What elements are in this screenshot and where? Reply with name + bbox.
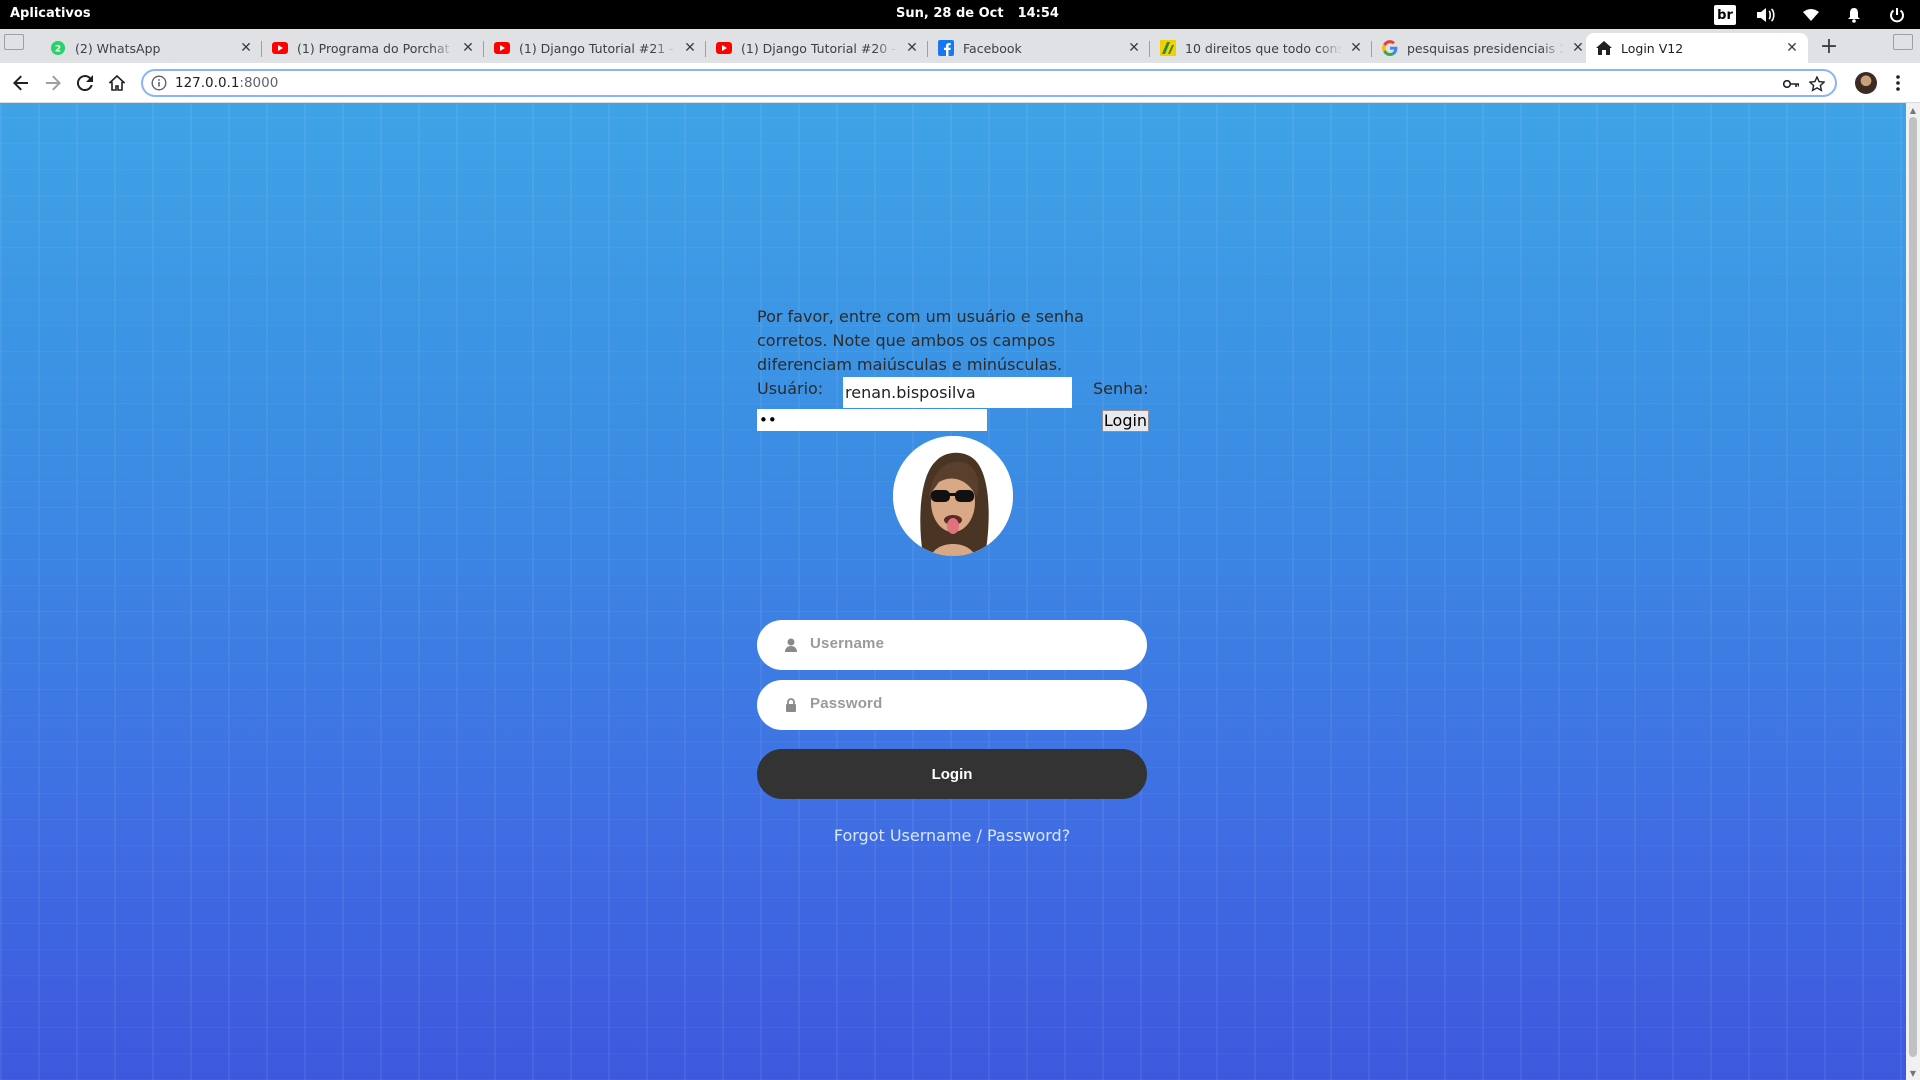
- notification-bell-icon[interactable]: [1843, 4, 1865, 26]
- tab-google-search[interactable]: pesquisas presidenciais 201 ✕: [1372, 33, 1594, 63]
- login-button[interactable]: Login: [757, 749, 1147, 799]
- youtube-icon: [272, 40, 288, 56]
- clock[interactable]: Sun, 28 de Oct 14:54: [896, 6, 1073, 21]
- url-host: 127.0.0.1: [175, 75, 240, 91]
- user-icon: [784, 637, 798, 653]
- youtube-icon: [494, 40, 510, 56]
- profile-avatar[interactable]: [1855, 72, 1877, 94]
- whatsapp-icon: 2: [50, 40, 66, 56]
- forward-button[interactable]: [41, 71, 65, 95]
- close-icon[interactable]: ✕: [904, 40, 920, 56]
- browser-toolbar: 127.0.0.1:8000: [0, 63, 1920, 103]
- close-icon[interactable]: ✕: [1348, 40, 1364, 56]
- scroll-thumb[interactable]: [1909, 117, 1917, 1057]
- password-row: Login: [757, 409, 1150, 433]
- svg-text:2: 2: [55, 45, 61, 55]
- tab-login-v12[interactable]: Login V12 ✕: [1586, 33, 1808, 63]
- site-icon: [1160, 40, 1176, 56]
- applications-menu[interactable]: Aplicativos: [10, 6, 91, 21]
- page-content: Por favor, entre com um usuário e senha …: [0, 103, 1906, 1080]
- wifi-icon[interactable]: [1799, 4, 1823, 26]
- styled-password-input[interactable]: Password: [757, 680, 1147, 730]
- tab-title: pesquisas presidenciais 201: [1407, 40, 1564, 56]
- tab-porchat[interactable]: (1) Programa do Porchat (co ✕: [262, 33, 484, 63]
- username-placeholder: Username: [810, 635, 885, 652]
- window-minimize-icon[interactable]: [4, 34, 24, 50]
- tab-title: (2) WhatsApp: [75, 40, 161, 56]
- tab-title: Facebook: [963, 40, 1022, 56]
- tab-django-20[interactable]: (1) Django Tutorial #20 - Sa ✕: [706, 33, 928, 63]
- styled-username-input[interactable]: Username: [757, 620, 1147, 670]
- youtube-icon: [716, 40, 732, 56]
- back-button[interactable]: [9, 71, 33, 95]
- scroll-down-arrow-icon[interactable]: ▼: [1909, 1069, 1917, 1078]
- volume-icon[interactable]: [1754, 4, 1778, 26]
- raw-login-button[interactable]: Login: [1102, 410, 1149, 432]
- lock-icon: [784, 697, 798, 713]
- close-icon[interactable]: ✕: [1784, 40, 1800, 56]
- tab-direitos[interactable]: 10 direitos que todo consum ✕: [1150, 33, 1372, 63]
- city-background-texture: [0, 103, 1906, 1080]
- login-error-message: Por favor, entre com um usuário e senha …: [757, 307, 1084, 374]
- tab-title: (1) Programa do Porchat (co: [297, 40, 454, 56]
- info-icon[interactable]: [151, 75, 167, 91]
- tab-title: Login V12: [1621, 40, 1684, 56]
- django-login-form: Por favor, entre com um usuário e senha …: [757, 305, 1150, 433]
- system-top-bar: Aplicativos Sun, 28 de Oct 14:54 br: [0, 0, 1920, 29]
- close-icon[interactable]: ✕: [238, 40, 254, 56]
- password-placeholder: Password: [810, 695, 883, 712]
- window-restore-icon[interactable]: [1893, 34, 1913, 50]
- username-row: Usuário: Senha:: [757, 377, 1150, 409]
- google-icon: [1382, 40, 1398, 56]
- home-icon: [1596, 40, 1612, 56]
- tab-django-21[interactable]: (1) Django Tutorial #21 - Log ✕: [484, 33, 706, 63]
- reload-button[interactable]: [73, 71, 97, 95]
- tab-title: (1) Django Tutorial #21 - Log: [519, 40, 676, 56]
- bookmark-star-icon[interactable]: [1807, 74, 1827, 94]
- close-icon[interactable]: ✕: [1126, 40, 1142, 56]
- keyboard-layout-indicator[interactable]: br: [1714, 5, 1736, 25]
- facebook-icon: [938, 40, 954, 56]
- scroll-up-arrow-icon[interactable]: ▲: [1909, 106, 1917, 115]
- password-field[interactable]: [757, 409, 987, 431]
- close-icon[interactable]: ✕: [682, 40, 698, 56]
- forgot-credentials-link[interactable]: Forgot Username / Password?: [757, 826, 1147, 845]
- power-icon[interactable]: [1886, 4, 1908, 26]
- clock-time: 14:54: [1017, 6, 1059, 21]
- username-field[interactable]: [843, 377, 1072, 408]
- home-button[interactable]: [105, 71, 129, 95]
- tab-title: 10 direitos que todo consum: [1185, 40, 1342, 56]
- new-tab-button[interactable]: +: [1817, 34, 1841, 59]
- user-avatar: [893, 436, 1013, 556]
- password-label: Senha:: [1093, 379, 1149, 398]
- clock-date: Sun, 28 de Oct: [896, 6, 1004, 21]
- address-bar[interactable]: 127.0.0.1:8000: [141, 69, 1837, 97]
- username-label: Usuário:: [757, 379, 824, 398]
- tab-facebook[interactable]: Facebook ✕: [928, 33, 1150, 63]
- close-icon[interactable]: ✕: [460, 40, 476, 56]
- key-icon[interactable]: [1781, 74, 1801, 94]
- menu-dots-icon[interactable]: [1886, 71, 1910, 95]
- tab-whatsapp[interactable]: 2 (2) WhatsApp ✕: [40, 33, 262, 63]
- url-text: 127.0.0.1:8000: [175, 75, 278, 91]
- browser-tab-strip: 2 (2) WhatsApp ✕ (1) Programa do Porchat…: [0, 29, 1920, 63]
- page-scrollbar[interactable]: ▲ ▼: [1906, 103, 1920, 1080]
- close-icon[interactable]: ✕: [1570, 40, 1586, 56]
- url-port: :8000: [239, 75, 279, 91]
- tab-title: (1) Django Tutorial #20 - Sa: [741, 40, 898, 56]
